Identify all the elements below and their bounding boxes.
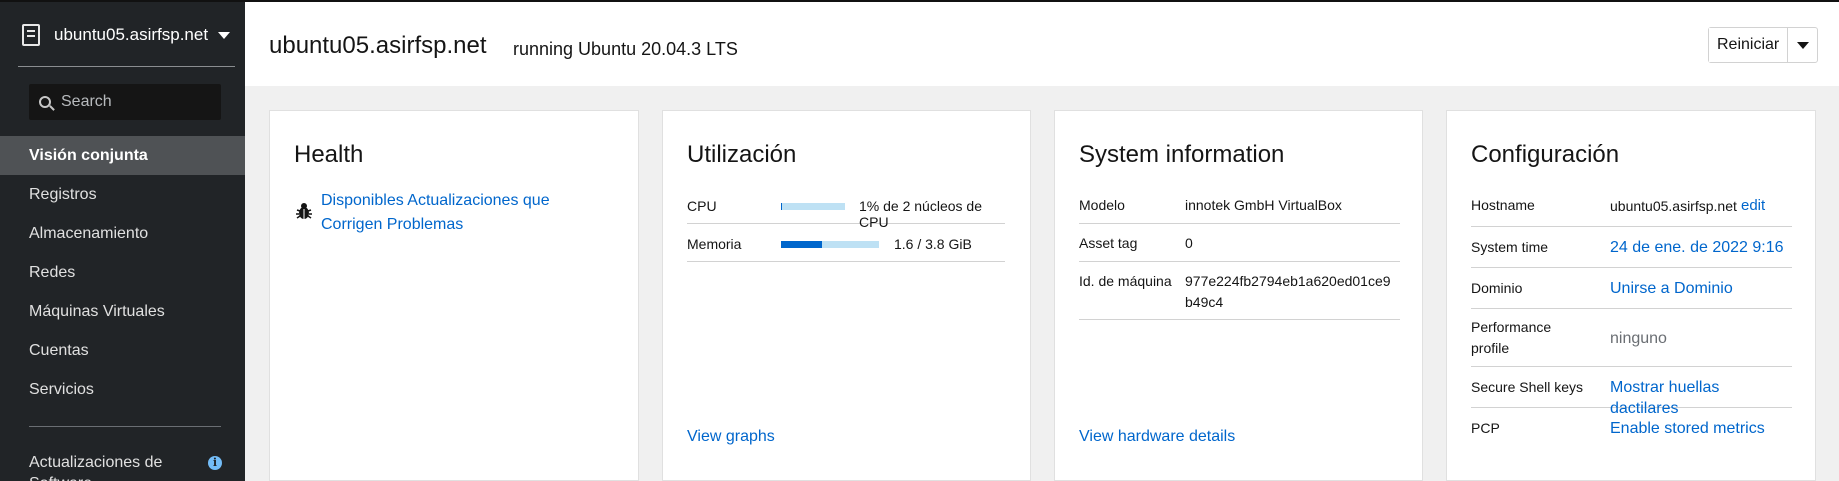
memory-row: Memoria 1.6 / 3.8 GiB [687,224,1005,262]
view-graphs-link[interactable]: View graphs [687,428,775,446]
machine-id-label: Id. de máquina [1079,273,1172,289]
memory-progress-bar [781,241,879,248]
join-domain-link[interactable]: Unirse a Dominio [1610,278,1733,299]
memory-label: Memoria [687,236,742,252]
info-icon: i [208,456,222,470]
pcp-row: PCP Enable stored metrics [1471,408,1792,449]
system-info-title: System information [1079,141,1285,168]
nav-list: Visión conjunta Registros Almacenamiento… [0,136,245,409]
hostname-row: Hostname ubuntu05.asirfsp.net edit [1471,186,1792,227]
search-input[interactable] [61,93,211,111]
chevron-down-icon [1796,41,1809,49]
sidebar-item-logs[interactable]: Registros [0,175,245,214]
sidebar-item-services[interactable]: Servicios [0,370,245,409]
asset-tag-row: Asset tag 0 [1079,224,1400,262]
memory-progress-fill [781,241,823,248]
sidebar-item-overview[interactable]: Visión conjunta [0,136,245,175]
domain-label: Dominio [1471,280,1523,296]
sidebar-item-software-updates[interactable]: Actualizaciones de Software [29,452,229,481]
system-time-label: System time [1471,239,1549,255]
ssh-keys-label: Secure Shell keys [1471,379,1584,395]
divider [18,66,235,67]
page-title: ubuntu05.asirfsp.net [269,32,487,59]
sidebar-item-virtual-machines[interactable]: Máquinas Virtuales [0,292,245,331]
sidebar: ubuntu05.asirfsp.net Visión conjunta Reg… [0,0,245,481]
sidebar-item-storage[interactable]: Almacenamiento [0,214,245,253]
nav-divider [29,426,221,427]
model-value: innotek GmbH VirtualBox [1185,197,1342,213]
cpu-progress-bar [781,203,845,210]
sidebar-item-accounts[interactable]: Cuentas [0,331,245,370]
bug-icon [296,203,312,219]
domain-row: Dominio Unirse a Dominio [1471,268,1792,309]
usage-title: Utilización [687,141,797,168]
model-label: Modelo [1079,197,1125,213]
hostname-label: Hostname [1471,197,1535,213]
page-header: ubuntu05.asirfsp.net running Ubuntu 20.0… [245,0,1839,86]
cpu-progress-fill [781,203,783,210]
asset-tag-value: 0 [1185,235,1193,251]
cpu-label: CPU [687,198,717,214]
restart-options-toggle[interactable] [1787,28,1817,62]
enable-metrics-link[interactable]: Enable stored metrics [1610,418,1765,439]
performance-label: Performance profile [1471,319,1552,356]
machine-id-value: 977e224fb2794eb1a620ed01ce9b49c4 [1185,273,1391,310]
configuration-card: Configuración Hostname ubuntu05.asirfsp.… [1446,110,1816,481]
host-name: ubuntu05.asirfsp.net [54,25,209,44]
cpu-row: CPU 1% de 2 núcleos de CPU [687,186,1005,230]
server-icon [22,24,40,46]
view-hardware-link[interactable]: View hardware details [1079,428,1235,446]
hostname-value: ubuntu05.asirfsp.net [1610,198,1737,214]
host-switcher[interactable]: ubuntu05.asirfsp.net [0,2,245,68]
hostname-edit-link[interactable]: edit [1741,195,1765,216]
restart-split-button: Reiniciar [1708,27,1819,63]
system-time-row: System time 24 de ene. de 2022 9:16 [1471,227,1792,268]
machine-id-row: Id. de máquina 977e224fb2794eb1a620ed01c… [1079,262,1400,320]
system-info-card: System information Modelo innotek GmbH V… [1054,110,1423,481]
performance-value[interactable]: ninguno [1610,328,1667,349]
chevron-down-icon [218,32,230,39]
configuration-title: Configuración [1471,141,1620,168]
usage-card: Utilización CPU 1% de 2 núcleos de CPU M… [662,110,1031,481]
pcp-label: PCP [1471,420,1500,436]
sidebar-item-networking[interactable]: Redes [0,253,245,292]
search-box[interactable] [29,84,221,120]
restart-button[interactable]: Reiniciar [1709,28,1788,62]
os-subtitle: running Ubuntu 20.04.3 LTS [513,39,738,59]
asset-tag-label: Asset tag [1079,235,1138,251]
performance-row: Performance profile ninguno [1471,309,1792,367]
model-row: Modelo innotek GmbH VirtualBox [1079,186,1400,224]
system-time-link[interactable]: 24 de ene. de 2022 9:16 [1610,237,1784,258]
updates-link[interactable]: Disponibles Actualizaciones que Corrigen… [321,189,561,237]
health-card: Health Disponibles Actualizaciones que C… [269,110,639,481]
ssh-keys-row: Secure Shell keys Mostrar huellas dactil… [1471,367,1792,417]
health-title: Health [294,141,364,168]
memory-value: 1.6 / 3.8 GiB [894,236,972,252]
search-icon [39,96,51,108]
